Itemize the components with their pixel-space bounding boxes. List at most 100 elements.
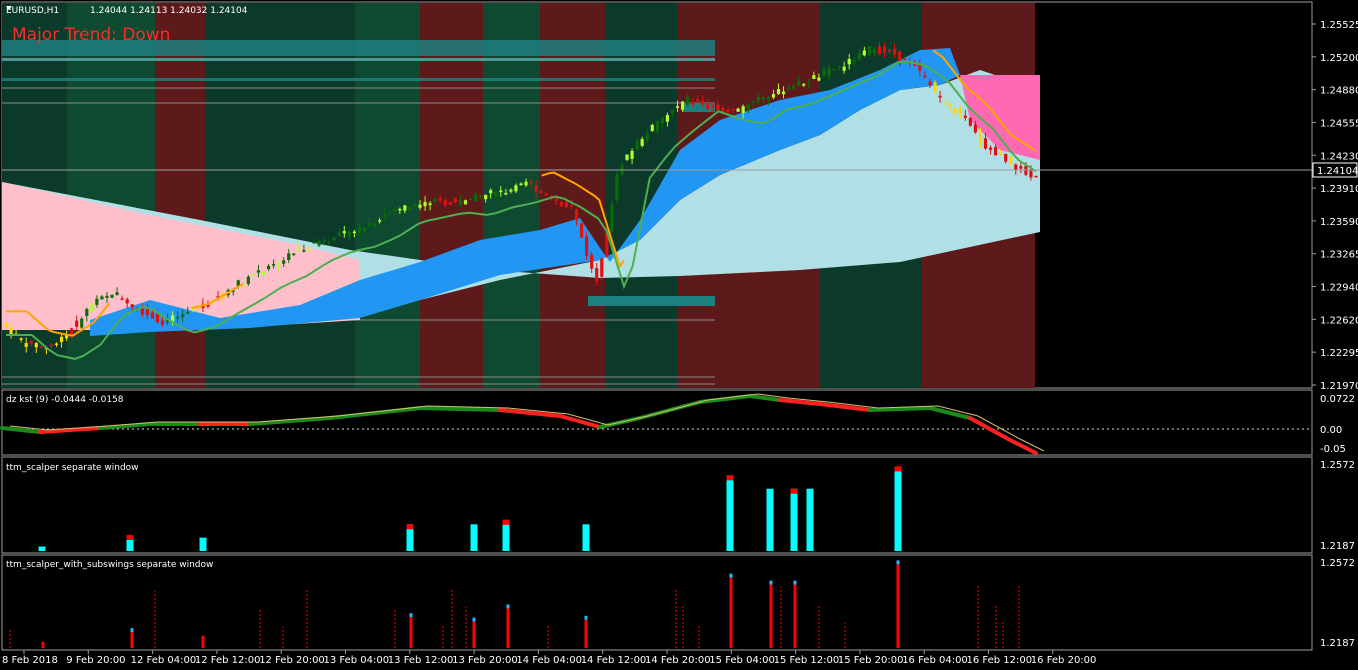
candle-body: [797, 81, 801, 87]
candle-body: [625, 154, 629, 160]
candle-body: [1019, 166, 1023, 169]
candle-body: [1004, 153, 1008, 162]
candle-body: [473, 193, 478, 202]
candle-body: [302, 249, 306, 252]
candle-body: [731, 108, 735, 111]
subswing-bar: [769, 584, 773, 648]
candle-body: [499, 190, 503, 193]
candle-body: [893, 48, 897, 55]
candle-body: [756, 96, 760, 102]
time-tick-label: 15 Feb 12:00: [774, 655, 840, 666]
candle-body: [251, 273, 256, 276]
candle-body: [534, 185, 538, 192]
candle-body: [519, 183, 523, 186]
scalper-bar-cap: [790, 488, 798, 494]
subswings-title: ttm_scalper_with_subswings separate wind…: [6, 560, 213, 570]
candle-body: [686, 96, 690, 105]
candle-body: [160, 320, 165, 325]
candle-body: [721, 108, 725, 112]
kst-title: dz kst (9) -0.0444 -0.0158: [6, 395, 124, 405]
candle-body: [271, 264, 276, 266]
candle-body: [943, 101, 947, 104]
candle-body: [186, 311, 190, 314]
candle-body: [968, 117, 972, 126]
candle-body: [4, 323, 8, 328]
candle-body: [352, 231, 356, 234]
subswing-bar-cap: [130, 628, 134, 633]
scalper-panel[interactable]: ttm_scalper separate window 1.2572 1.218…: [1, 456, 1355, 554]
candle-body: [852, 60, 856, 62]
scalper-title: ttm_scalper separate window: [6, 463, 139, 473]
candle-body: [696, 99, 700, 102]
price-panel[interactable]: EURUSD,H1 1.24044 1.24113 1.24032 1.2410…: [1, 1, 1358, 392]
candle-body: [317, 240, 321, 246]
candle-body: [741, 106, 745, 113]
candle-body: [726, 110, 730, 112]
chart-canvas[interactable]: EURUSD,H1 1.24044 1.24113 1.24032 1.2410…: [0, 0, 1358, 670]
candle-body: [832, 69, 836, 71]
candle-body: [105, 295, 109, 298]
time-tick-label: 13 Feb 12:00: [388, 655, 454, 666]
time-tick-label: 15 Feb 20:00: [838, 655, 904, 666]
trend-label: Major Trend: Down: [12, 25, 170, 45]
subswing-bar: [793, 584, 797, 648]
candle-body: [701, 100, 705, 105]
subswing-bar-cap: [506, 604, 510, 609]
scalper-bar: [766, 488, 774, 551]
candle-body: [973, 124, 978, 133]
kst-panel[interactable]: dz kst (9) -0.0444 -0.0158 0.0722 0.00 -…: [0, 389, 1355, 456]
time-tick-label: 12 Feb 04:00: [131, 655, 197, 666]
price-tick-label: 1.24880: [1320, 86, 1358, 97]
candle-body: [125, 299, 129, 304]
candle-body: [463, 200, 468, 205]
subswings-panel[interactable]: ttm_scalper_with_subswings separate wind…: [1, 554, 1355, 651]
candle-body: [514, 185, 518, 192]
candle-body: [898, 51, 902, 62]
scalper-bar: [582, 524, 590, 551]
candle-body: [918, 64, 922, 71]
candle-body: [24, 343, 28, 347]
candle-body: [287, 253, 291, 261]
subswing-bar: [130, 632, 134, 648]
candle-body: [191, 309, 195, 311]
candle-body: [388, 210, 392, 213]
candle-body: [423, 201, 427, 207]
candle-body: [307, 248, 311, 251]
candle-body: [393, 209, 397, 212]
symbol-title: EURUSD,H1: [6, 6, 59, 16]
candle-body: [842, 66, 846, 71]
candle-body: [872, 49, 877, 54]
candle-body: [19, 338, 23, 340]
subswing-bar: [896, 564, 900, 648]
candle-body: [438, 198, 442, 201]
candle-body: [691, 102, 695, 104]
candle-body: [90, 303, 94, 313]
subswing-bar: [729, 577, 733, 648]
candle-body: [1029, 169, 1033, 178]
candle-body: [347, 231, 351, 237]
zone-band: [2, 58, 715, 61]
candle-body: [49, 344, 54, 347]
kst-segment: [418, 406, 502, 412]
candle-body: [428, 203, 432, 206]
scalper-bar: [470, 524, 478, 551]
candle-body: [246, 276, 250, 284]
ohlc-readout: 1.24044 1.24113 1.24032 1.24104: [90, 6, 248, 16]
candle-body: [261, 271, 266, 275]
scalper-tick-top: 1.2572: [1320, 460, 1355, 471]
candle-body: [655, 120, 659, 132]
time-tick-label: 13 Feb 20:00: [452, 655, 518, 666]
subswing-bar: [584, 619, 588, 648]
candle-body: [963, 115, 967, 118]
candle-body: [458, 199, 463, 205]
candle-body: [716, 104, 720, 110]
kst-tick-top: 0.0722: [1320, 394, 1355, 405]
candle-body: [903, 58, 907, 61]
price-tick-label: 1.22940: [1320, 283, 1358, 294]
subswing-bar-cap: [896, 560, 900, 565]
candle-body: [579, 223, 584, 238]
candle-body: [256, 270, 261, 273]
scalper-bar: [894, 466, 902, 551]
price-tick-label: 1.22295: [1320, 348, 1358, 359]
scalper-bar-cap: [894, 466, 902, 472]
